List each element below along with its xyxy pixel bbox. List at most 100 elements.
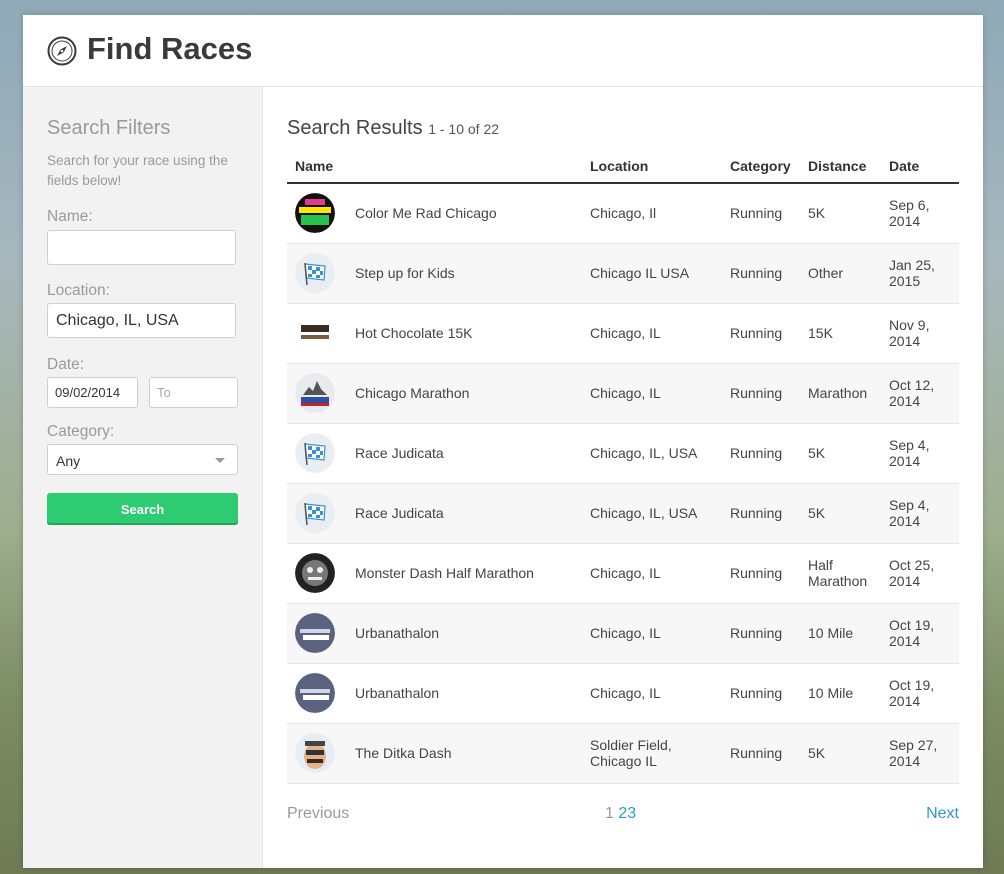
- page-link-3[interactable]: 3: [627, 805, 636, 822]
- column-header-category[interactable]: Category: [722, 149, 800, 184]
- results-heading: Search Results 1 - 10 of 22: [287, 117, 499, 140]
- filters-title: Search Filters: [47, 117, 171, 139]
- race-name-link[interactable]: Chicago Marathon: [355, 385, 469, 401]
- cell-name: Urbanathalon: [287, 663, 582, 724]
- cell-location: Soldier Field, Chicago IL: [582, 723, 722, 784]
- urbanathalon-logo: [295, 673, 335, 713]
- filters-help-text: Search for your race using the fields be…: [47, 153, 228, 188]
- main-card: Find Races Search Filters Search for you…: [23, 15, 983, 868]
- race-name-link[interactable]: Urbanathalon: [355, 625, 439, 641]
- table-row[interactable]: Urbanathalon Chicago, IL Running 10 Mile Oct…: [287, 663, 959, 724]
- race-name-link[interactable]: Race Judicata: [355, 445, 444, 461]
- table-row[interactable]: Monster Dash Half Marathon Chicago, IL Run…: [287, 543, 959, 604]
- hot-chocolate-logo: [295, 313, 335, 353]
- cell-name: The Ditka Dash: [287, 723, 582, 784]
- cell-name: Urbanathalon: [287, 603, 582, 664]
- location-label: Location:: [47, 282, 110, 299]
- previous-page-button[interactable]: Previous: [287, 805, 349, 823]
- table-row[interactable]: Chicago Marathon Chicago, IL Running Marath…: [287, 363, 959, 424]
- cell-distance: 10 Mile: [800, 603, 881, 664]
- urbanathalon-logo: [295, 613, 335, 653]
- cell-location: Chicago, IL, USA: [582, 483, 722, 544]
- cell-distance: 15K: [800, 303, 881, 364]
- cell-category: Running: [722, 363, 800, 424]
- cell-distance: 5K: [800, 183, 881, 244]
- category-label: Category:: [47, 423, 115, 440]
- table-row[interactable]: Urbanathalon Chicago, IL Running 10 Mile Oct…: [287, 603, 959, 664]
- table-header-row: Name Location Category Distance Date: [287, 149, 959, 184]
- checkered-flag-logo: [295, 493, 335, 533]
- name-label: Name:: [47, 208, 93, 225]
- chicago-marathon-logo: [295, 373, 335, 413]
- table-row[interactable]: Race Judicata Chicago, IL, USA Running 5K Se…: [287, 423, 959, 484]
- ditka-dash-logo: [295, 733, 335, 773]
- date-to-input[interactable]: [149, 377, 238, 408]
- cell-category: Running: [722, 543, 800, 604]
- cell-location: Chicago, IL: [582, 363, 722, 424]
- page-current: 1: [605, 805, 614, 822]
- cell-distance: 5K: [800, 723, 881, 784]
- cell-name: Monster Dash Half Marathon: [287, 543, 582, 604]
- search-button[interactable]: Search: [47, 493, 238, 525]
- cell-location: Chicago, IL: [582, 303, 722, 364]
- cell-category: Running: [722, 603, 800, 664]
- cell-name: Race Judicata: [287, 423, 582, 484]
- color-me-rad-logo: [295, 193, 335, 234]
- table-row[interactable]: Step up for Kids Chicago IL USA Running Oth…: [287, 243, 959, 304]
- page-numbers: 1 23: [605, 805, 636, 823]
- location-input[interactable]: [47, 303, 236, 338]
- cell-date: Sep 4, 2014: [881, 483, 959, 544]
- cell-date: Jan 25, 2015: [881, 243, 959, 304]
- date-from-input[interactable]: [47, 377, 138, 408]
- cell-distance: 5K: [800, 483, 881, 544]
- race-name-link[interactable]: Race Judicata: [355, 505, 444, 521]
- category-select[interactable]: Any: [47, 444, 238, 475]
- cell-location: Chicago, IL, USA: [582, 423, 722, 484]
- cell-category: Running: [722, 423, 800, 484]
- race-name-link[interactable]: Color Me Rad Chicago: [355, 205, 497, 221]
- cell-location: Chicago IL USA: [582, 243, 722, 304]
- cell-name: Race Judicata: [287, 483, 582, 544]
- race-name-link[interactable]: Step up for Kids: [355, 265, 455, 281]
- cell-category: Running: [722, 183, 800, 244]
- cell-name: Hot Chocolate 15K: [287, 303, 582, 364]
- race-name-link[interactable]: Monster Dash Half Marathon: [355, 565, 534, 581]
- cell-distance: 5K: [800, 423, 881, 484]
- results-table: Name Location Category Distance Date Col…: [287, 149, 959, 784]
- cell-name: Color Me Rad Chicago: [287, 183, 582, 244]
- table-row[interactable]: Color Me Rad Chicago Chicago, Il Running 5K…: [287, 183, 959, 244]
- chevron-down-icon: [215, 458, 225, 463]
- column-header-date[interactable]: Date: [881, 149, 959, 184]
- column-header-name[interactable]: Name: [287, 149, 582, 184]
- cell-distance: Marathon: [800, 363, 881, 424]
- page-header: Find Races: [23, 15, 983, 87]
- cell-location: Chicago, IL: [582, 603, 722, 664]
- checkered-flag-logo: [295, 253, 335, 293]
- cell-category: Running: [722, 483, 800, 544]
- name-input[interactable]: [47, 230, 236, 265]
- race-name-link[interactable]: Urbanathalon: [355, 685, 439, 701]
- search-filters-sidebar: Search Filters Search for your race usin…: [23, 87, 263, 868]
- date-label: Date:: [47, 356, 85, 373]
- results-title: Search Results: [287, 117, 423, 139]
- column-header-location[interactable]: Location: [582, 149, 722, 184]
- checkered-flag-logo: [295, 433, 335, 473]
- cell-date: Sep 4, 2014: [881, 423, 959, 484]
- cell-date: Oct 19, 2014: [881, 663, 959, 724]
- race-name-link[interactable]: Hot Chocolate 15K: [355, 325, 473, 341]
- table-row[interactable]: The Ditka Dash Soldier Field, Chicago IL R…: [287, 723, 959, 784]
- cell-name: Chicago Marathon: [287, 363, 582, 424]
- monster-dash-logo: [295, 553, 335, 593]
- page-link-2[interactable]: 2: [618, 805, 627, 822]
- table-row[interactable]: Race Judicata Chicago, IL, USA Running 5K Se…: [287, 483, 959, 544]
- cell-date: Oct 19, 2014: [881, 603, 959, 664]
- results-range: 1 - 10 of 22: [428, 121, 500, 137]
- table-row[interactable]: Hot Chocolate 15K Chicago, IL Running 15K No…: [287, 303, 959, 364]
- column-header-distance[interactable]: Distance: [800, 149, 881, 184]
- cell-category: Running: [722, 723, 800, 784]
- cell-name: Step up for Kids: [287, 243, 582, 304]
- cell-location: Chicago, IL: [582, 543, 722, 604]
- next-page-button[interactable]: Next: [926, 805, 959, 823]
- race-name-link[interactable]: The Ditka Dash: [355, 745, 451, 761]
- category-selected-value: Any: [56, 453, 81, 469]
